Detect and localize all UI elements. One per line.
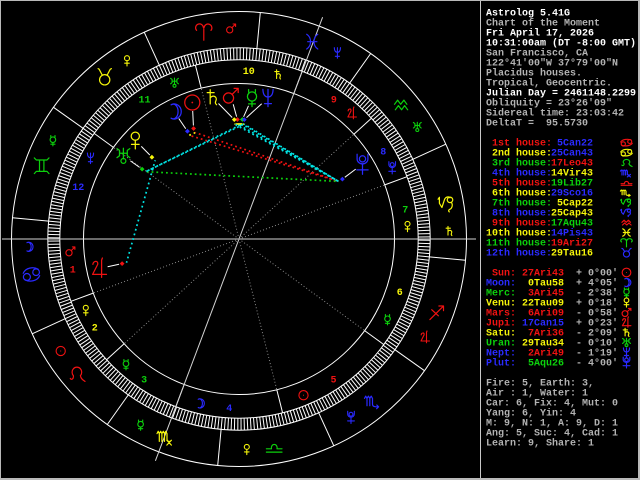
svg-text:11: 11 (138, 95, 150, 106)
svg-text:9: 9 (331, 96, 337, 107)
svg-text:5Aqu26: 5Aqu26 (522, 359, 564, 370)
svg-text:3: 3 (141, 375, 147, 386)
svg-text:10: 10 (243, 67, 255, 78)
svg-text:29Tau16: 29Tau16 (551, 249, 593, 260)
svg-text:Plut:: Plut: (486, 358, 516, 370)
svg-text:8: 8 (380, 148, 386, 159)
svg-text:4: 4 (226, 404, 232, 415)
svg-text:DeltaT = 95.5730: DeltaT = 95.5730 (486, 118, 588, 130)
svg-text:- 4°00': - 4°00' (576, 358, 618, 370)
svg-text:6: 6 (397, 288, 403, 299)
svg-text:12th house:: 12th house: (486, 248, 552, 260)
svg-text:5: 5 (330, 376, 336, 387)
svg-text:1: 1 (70, 265, 76, 276)
svg-text:Learn: 9, Share: 1: Learn: 9, Share: 1 (486, 438, 594, 450)
svg-text:2: 2 (92, 323, 98, 334)
svg-text:12: 12 (72, 183, 84, 194)
svg-text:7: 7 (402, 206, 408, 217)
